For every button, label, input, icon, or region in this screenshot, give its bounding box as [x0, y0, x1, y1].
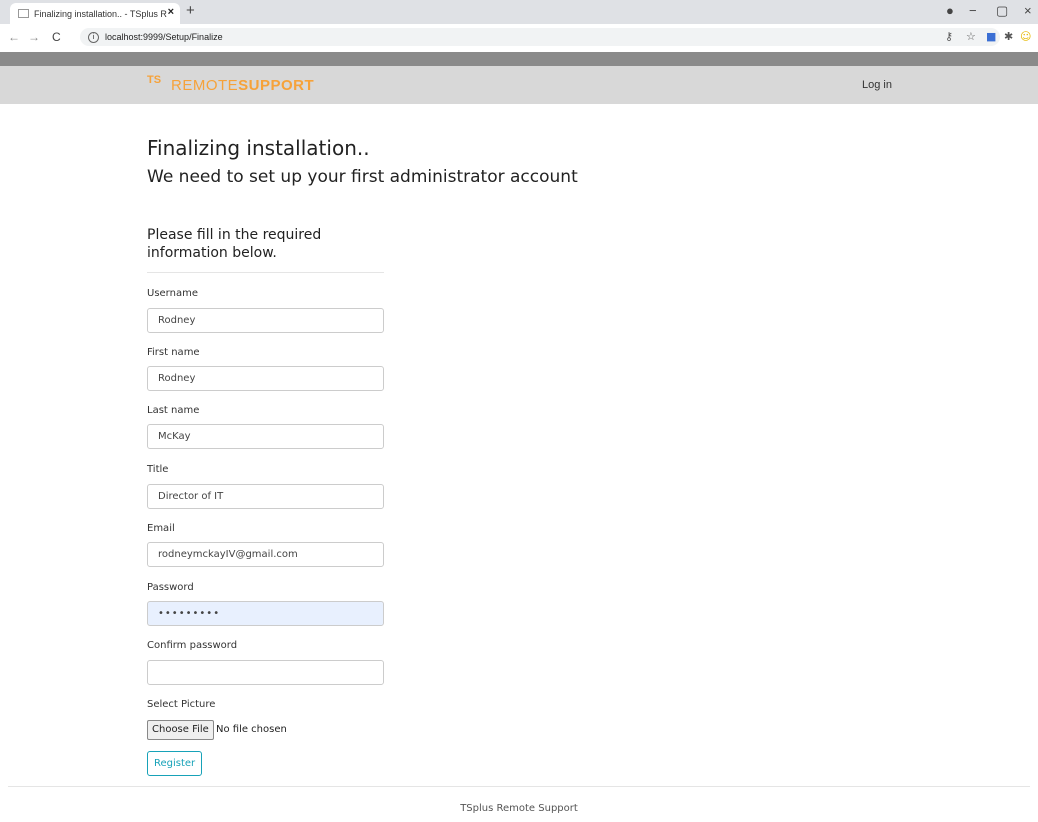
footer-text: TSplus Remote Support	[460, 803, 578, 814]
login-link[interactable]: Log in	[862, 79, 892, 91]
confirm-password-label: Confirm password	[147, 640, 238, 651]
username-label: Username	[147, 288, 198, 299]
reload-button[interactable]: C	[52, 30, 61, 44]
brand-logo[interactable]: TS REMOTE SUPPORT	[147, 75, 314, 95]
last-name-label: Last name	[147, 405, 200, 416]
window-close-button[interactable]: ×	[1024, 3, 1032, 18]
site-navbar: TS REMOTE SUPPORT Log in	[0, 66, 1038, 104]
form-heading: Please fill in the required information …	[147, 227, 322, 261]
emoji-extension-icon[interactable]: ☺	[1020, 30, 1031, 43]
password-label: Password	[147, 582, 194, 593]
username-input[interactable]: Rodney	[147, 308, 384, 333]
key-icon[interactable]: ⚷	[945, 30, 953, 43]
extension-icon[interactable]: ■	[986, 30, 996, 43]
url-text: localhost:9999/Setup/Finalize	[105, 32, 223, 42]
form-divider	[147, 272, 384, 273]
minimize-button[interactable]: −	[969, 3, 977, 18]
site-info-icon[interactable]: i	[88, 31, 99, 43]
profile-icon[interactable]: ●	[946, 3, 954, 18]
address-bar: ← → C i localhost:9999/Setup/Finalize ⚷ …	[0, 24, 1038, 53]
footer-divider	[8, 786, 1030, 787]
brand-support: SUPPORT	[238, 76, 315, 94]
title-label: Title	[147, 464, 169, 475]
last-name-input[interactable]: McKay	[147, 424, 384, 449]
email-label: Email	[147, 523, 175, 534]
tab-title: Finalizing installation.. - TSplus R	[34, 8, 167, 19]
browser-tabstrip: Finalizing installation.. - TSplus R × +…	[0, 0, 1038, 24]
file-status-text: No file chosen	[216, 724, 287, 735]
top-strip	[0, 52, 1038, 66]
browser-tab[interactable]: Finalizing installation.. - TSplus R ×	[10, 3, 180, 24]
first-name-label: First name	[147, 347, 200, 358]
brand-remote: REMOTE	[171, 76, 239, 94]
password-input[interactable]: •••••••••	[147, 601, 384, 626]
back-button[interactable]: ←	[8, 30, 20, 44]
select-picture-label: Select Picture	[147, 699, 216, 710]
maximize-button[interactable]: ▢	[996, 3, 1008, 19]
page-favicon-icon	[18, 9, 29, 18]
puzzle-extensions-icon[interactable]: ✱	[1004, 30, 1013, 43]
first-name-input[interactable]: Rodney	[147, 366, 384, 391]
bookmark-star-icon[interactable]: ☆	[966, 30, 976, 43]
email-input[interactable]: rodneymckayIV@gmail.com	[147, 542, 384, 567]
new-tab-button[interactable]: +	[186, 2, 195, 19]
choose-file-button[interactable]: Choose File	[147, 720, 214, 740]
page-title: Finalizing installation..	[147, 136, 370, 160]
tab-close-icon[interactable]: ×	[168, 6, 174, 18]
confirm-password-input[interactable]	[147, 660, 384, 685]
tsplus-logo-icon: TS	[147, 74, 162, 86]
register-button[interactable]: Register	[147, 751, 203, 776]
url-input[interactable]: i localhost:9999/Setup/Finalize	[80, 28, 1000, 46]
title-input[interactable]: Director of IT	[147, 484, 384, 509]
page-subtitle: We need to set up your first administrat…	[147, 167, 578, 187]
forward-button[interactable]: →	[28, 30, 40, 44]
